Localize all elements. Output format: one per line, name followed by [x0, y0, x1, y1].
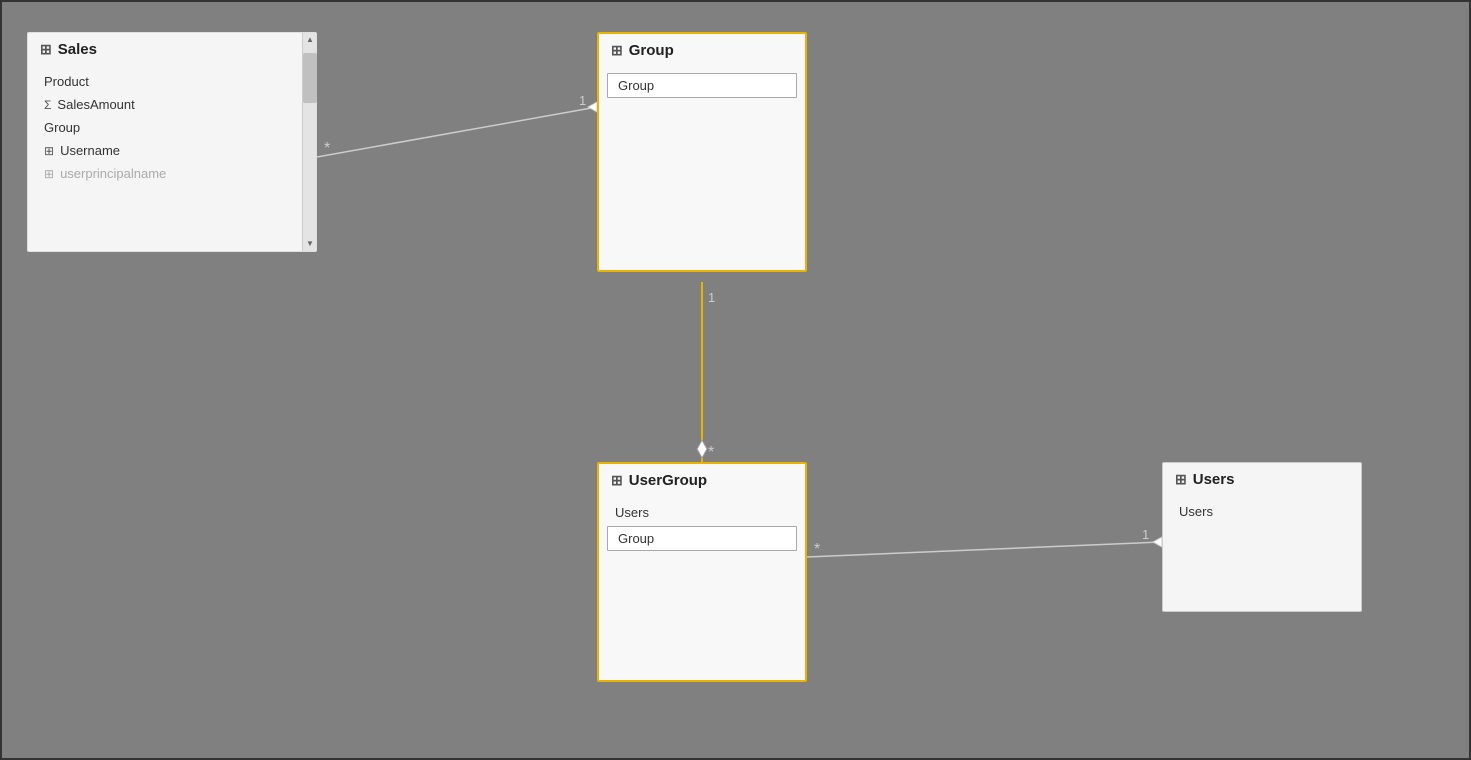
field-product[interactable]: Product: [28, 70, 316, 93]
svg-text:1: 1: [1142, 527, 1149, 542]
field-username-label: Username: [60, 143, 120, 158]
table-usergroup[interactable]: ⊞ UserGroup Users Group: [597, 462, 807, 682]
table-group-title: Group: [629, 42, 674, 59]
sales-scrollbar[interactable]: ▲ ▼: [302, 33, 316, 251]
scroll-down-arrow[interactable]: ▼: [303, 237, 317, 251]
field-group-group[interactable]: Group: [607, 73, 797, 98]
table-group-icon: ⊞: [611, 42, 623, 59]
field-sales-amount-label: SalesAmount: [57, 97, 134, 112]
field-sales-amount[interactable]: Σ SalesAmount: [28, 93, 316, 116]
table-sales-body: Product Σ SalesAmount Group ⊞ Username ⊞…: [28, 64, 316, 193]
scroll-thumb: [303, 53, 317, 103]
grid-icon-username: ⊞: [44, 144, 54, 158]
table-sales-header: ⊞ Sales: [28, 33, 316, 64]
table-usergroup-header: ⊞ UserGroup: [599, 464, 805, 495]
field-users-users-label: Users: [1179, 504, 1213, 519]
table-usergroup-title: UserGroup: [629, 472, 707, 489]
table-group-header: ⊞ Group: [599, 34, 805, 65]
table-users-body: Users: [1163, 494, 1361, 531]
table-usergroup-icon: ⊞: [611, 472, 623, 489]
field-usergroup-group[interactable]: Group: [607, 526, 797, 551]
table-sales-title: Sales: [58, 41, 97, 58]
field-usergroup-group-label: Group: [618, 531, 654, 546]
field-product-label: Product: [44, 74, 89, 89]
table-users-icon: ⊞: [1175, 471, 1187, 488]
field-usergroup-users[interactable]: Users: [599, 501, 805, 524]
field-group-group-label: Group: [618, 78, 654, 93]
grid-icon-upn: ⊞: [44, 167, 54, 181]
table-sales-icon: ⊞: [40, 41, 52, 58]
table-group[interactable]: ⊞ Group Group: [597, 32, 807, 272]
field-group[interactable]: Group: [28, 116, 316, 139]
field-usergroup-users-label: Users: [615, 505, 649, 520]
field-userprincipalname[interactable]: ⊞ userprincipalname: [28, 162, 316, 185]
table-users-header: ⊞ Users: [1163, 463, 1361, 494]
svg-text:1: 1: [579, 93, 586, 108]
field-group-label: Group: [44, 120, 80, 135]
svg-text:*: *: [708, 444, 714, 461]
svg-text:*: *: [324, 140, 330, 157]
table-users[interactable]: ⊞ Users Users: [1162, 462, 1362, 612]
field-users-users[interactable]: Users: [1163, 500, 1361, 523]
table-sales[interactable]: ⊞ Sales Product Σ SalesAmount Group ⊞ Us…: [27, 32, 317, 252]
field-upn-label: userprincipalname: [60, 166, 166, 181]
diagram-canvas: * 1 1 * * 1 ⊞ Sales Product: [0, 0, 1471, 760]
svg-text:1: 1: [708, 290, 715, 305]
table-group-body: Group: [599, 65, 805, 108]
table-usergroup-body: Users Group: [599, 495, 805, 561]
table-users-title: Users: [1193, 471, 1235, 488]
scroll-up-arrow[interactable]: ▲: [303, 33, 317, 47]
field-username[interactable]: ⊞ Username: [28, 139, 316, 162]
sigma-icon: Σ: [44, 98, 51, 112]
svg-text:*: *: [814, 541, 820, 558]
